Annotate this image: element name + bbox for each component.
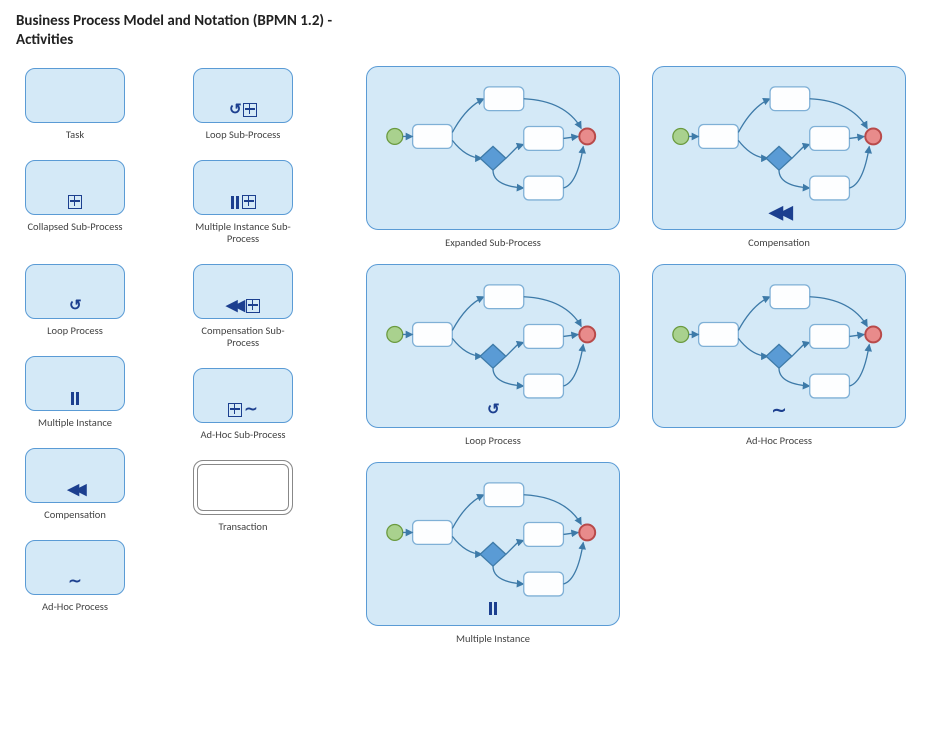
label-multi: Multiple Instance	[20, 417, 130, 430]
parallel-icon	[230, 194, 240, 208]
rewind-icon: ◀◀	[67, 483, 82, 497]
label-big-comp: Compensation	[652, 236, 906, 249]
tilde-icon: ∼	[244, 403, 257, 417]
label-big-loop: Loop Process	[366, 434, 620, 447]
parallel-icon	[70, 390, 80, 404]
big-loop: ↻ Loop Process	[366, 264, 620, 447]
label-task: Task	[20, 129, 130, 142]
cell-adhoc-sub: ∼ Ad-Hoc Sub-Process	[188, 368, 298, 442]
shape-multiple-instance	[25, 356, 125, 411]
shape-multi-sub-process	[193, 160, 293, 215]
loop-icon: ↻	[229, 103, 242, 117]
shape-collapsed-sub-process	[25, 160, 125, 215]
label-collapsed: Collapsed Sub-Process	[20, 221, 130, 234]
cell-task: Task	[20, 68, 130, 142]
shape-task	[25, 68, 125, 123]
shape-big-loop-process: ↻	[366, 264, 620, 428]
tilde-icon: ∼	[68, 575, 81, 589]
tilde-icon: ∼	[771, 403, 786, 421]
loop-icon: ↻	[487, 403, 500, 421]
label-loop-sub: Loop Sub-Process	[188, 129, 298, 142]
label-big-multi: Multiple Instance	[366, 632, 620, 645]
big-adhoc: ∼ Ad-Hoc Process	[652, 264, 906, 447]
shape-loop-sub-process: ↻	[193, 68, 293, 123]
shape-compensation: ◀◀	[25, 448, 125, 503]
cell-multi: Multiple Instance	[20, 356, 130, 430]
shape-adhoc-process: ∼	[25, 540, 125, 595]
loop-icon: ↻	[69, 299, 82, 313]
shape-transaction	[193, 460, 293, 515]
plus-marker-icon	[68, 195, 82, 209]
rewind-icon: ◀◀	[769, 205, 789, 223]
plus-marker-icon	[243, 103, 257, 117]
big-multi: Multiple Instance	[366, 462, 620, 645]
page-title: Business Process Model and Notation (BPM…	[16, 12, 336, 50]
label-adhoc: Ad-Hoc Process	[20, 601, 130, 614]
cell-comp-sub: ◀◀ Compensation Sub-Process	[188, 264, 298, 350]
big-expanded: Expanded Sub-Process	[366, 66, 620, 249]
label-loop: Loop Process	[20, 325, 130, 338]
rewind-icon: ◀◀	[226, 299, 241, 313]
plus-marker-icon	[228, 403, 242, 417]
label-comp-sub: Compensation Sub-Process	[188, 325, 298, 350]
label-comp: Compensation	[20, 509, 130, 522]
shape-adhoc-sub-process: ∼	[193, 368, 293, 423]
cell-transaction: Transaction	[188, 460, 298, 534]
shape-big-adhoc-process: ∼	[652, 264, 906, 428]
label-adhoc-sub: Ad-Hoc Sub-Process	[188, 429, 298, 442]
label-transaction: Transaction	[188, 521, 298, 534]
inner-flow-svg	[367, 67, 619, 230]
plus-marker-icon	[246, 299, 260, 313]
cell-loop: ↻ Loop Process	[20, 264, 130, 338]
cell-collapsed: Collapsed Sub-Process	[20, 160, 130, 234]
label-big-adhoc: Ad-Hoc Process	[652, 434, 906, 447]
label-big-expanded: Expanded Sub-Process	[366, 236, 620, 249]
shape-loop-process: ↻	[25, 264, 125, 319]
cell-multi-sub: Multiple Instance Sub-Process	[188, 160, 298, 246]
shape-big-compensation: ◀◀	[652, 66, 906, 230]
shape-expanded-sub-process	[366, 66, 620, 230]
cell-comp: ◀◀ Compensation	[20, 448, 130, 522]
plus-marker-icon	[242, 195, 256, 209]
diagram-grid: Task Collapsed Sub-Process ↻ Loop Proces…	[16, 66, 916, 726]
cell-adhoc: ∼ Ad-Hoc Process	[20, 540, 130, 614]
shape-big-multi-instance	[366, 462, 620, 626]
parallel-icon	[488, 601, 498, 619]
shape-comp-sub-process: ◀◀	[193, 264, 293, 319]
cell-loop-sub: ↻ Loop Sub-Process	[188, 68, 298, 142]
big-comp: ◀◀ Compensation	[652, 66, 906, 249]
label-multi-sub: Multiple Instance Sub-Process	[188, 221, 298, 246]
